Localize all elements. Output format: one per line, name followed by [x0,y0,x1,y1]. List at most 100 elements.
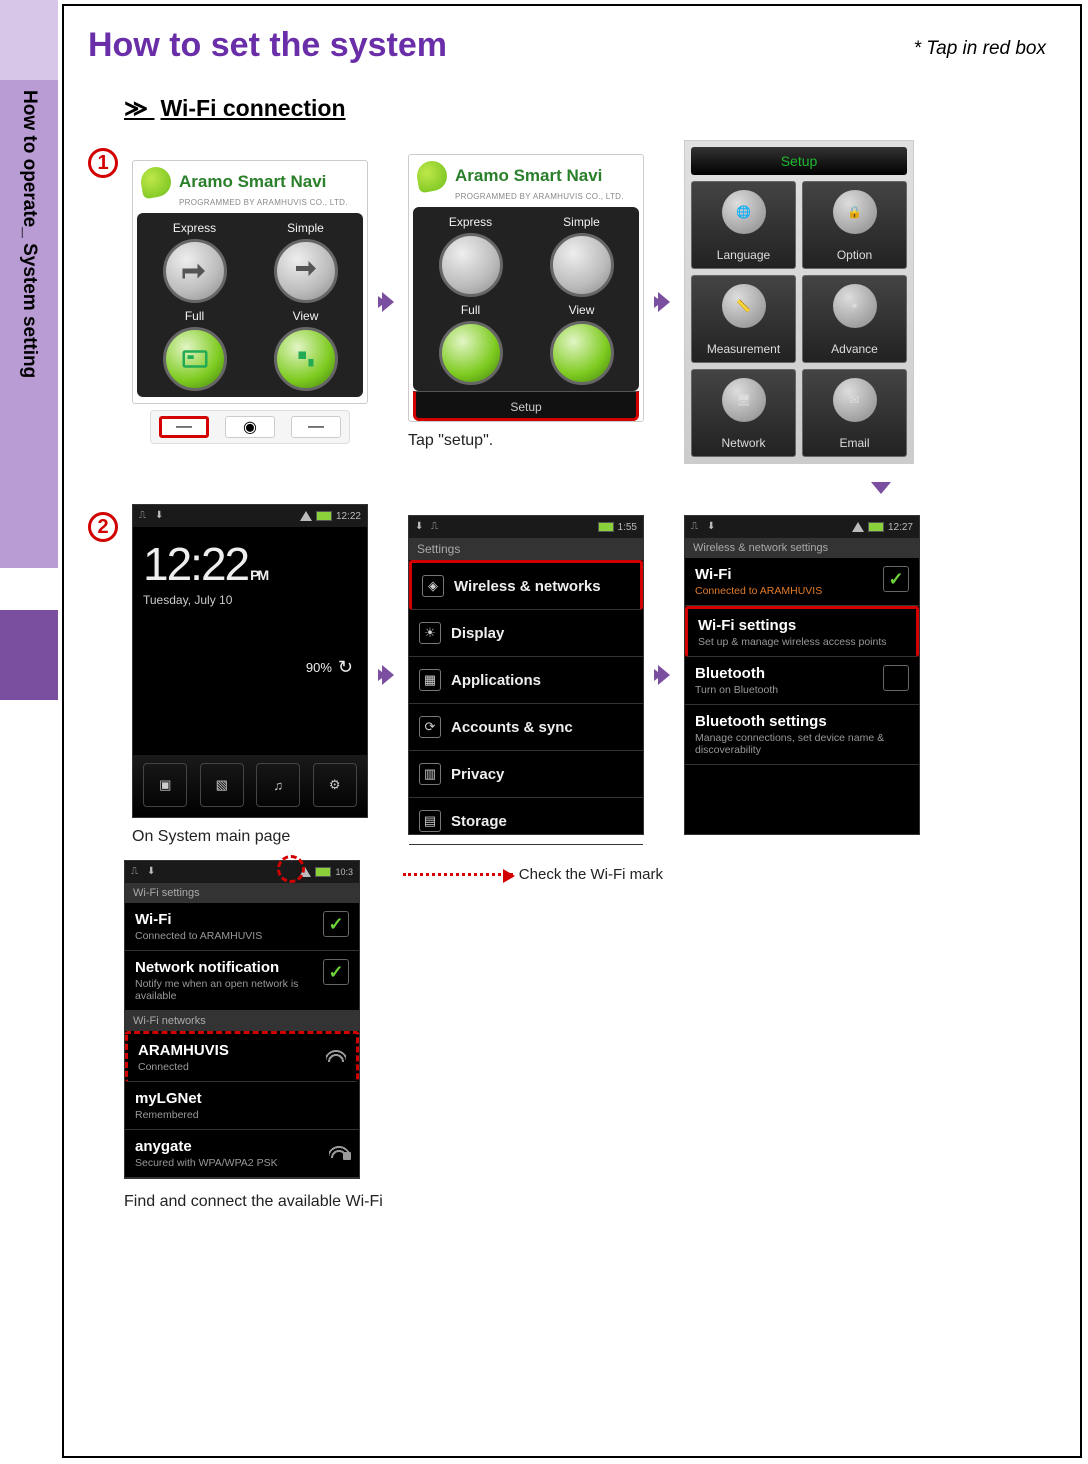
bluetooth-settings-row[interactable]: Bluetooth settings Manage connections, s… [685,705,919,765]
wifi-signal-lock-icon [329,1138,349,1158]
battery-indicator: 90%↻ [306,657,353,678]
settings-applications[interactable]: ▦Applications [409,657,643,704]
settings-privacy[interactable]: ▥Privacy [409,751,643,798]
dock-settings-icon[interactable]: ⚙ [313,763,357,807]
sidebar: How to operate_ System setting [0,0,58,700]
settings-screen: ⬇⎍ 1:55 Settings ◈Wireless & networks ☀D… [408,515,644,835]
setup-language[interactable]: 🌐Language [691,181,796,269]
statusbar-time: 10:3 [335,867,353,877]
clock-widget: 12:22PM [143,537,357,591]
wifi-icon [300,511,312,521]
wifi-network-anygate[interactable]: anygate Secured with WPA/WPA2 PSK [125,1130,359,1178]
wifi-network-mylgnet[interactable]: myLGNet Remembered [125,1082,359,1130]
bluetooth-toggle-row[interactable]: ✓ Bluetooth Turn on Bluetooth [685,657,919,705]
battery-icon [868,522,884,532]
wifi-toggle-row[interactable]: ✓ Wi-Fi Connected to ARAMHUVIS [125,903,359,951]
wifi-settings-screen: ⎍⬇ 10:3 Wi-Fi settings ✓ Wi-Fi Connected… [124,860,360,1179]
aramo-home-panel-2: Aramo Smart Navi PROGRAMMED BY ARAMHUVIS… [408,154,644,422]
sidebar-label-block: How to operate_ System setting [0,80,58,568]
statusbar-time: 1:55 [618,522,637,533]
simple-button[interactable] [274,239,338,303]
statusbar-time: 12:27 [888,522,913,533]
aramo-title: Aramo Smart Navi [179,172,326,192]
settings-accounts[interactable]: ⟳Accounts & sync [409,704,643,751]
arrow-down-icon [871,482,891,494]
page-frame: How to set the system * Tap in red box ≫… [62,4,1082,1458]
clock-date: Tuesday, July 10 [143,593,357,607]
arrow-right-icon [382,292,394,312]
wifi-settings-header: Wi-Fi settings [125,883,359,903]
notification-checkbox[interactable]: ✓ [323,959,349,985]
sidebar-accent [0,610,58,700]
statusbar-time: 12:22 [336,511,361,522]
aramo-view-label: View [254,309,357,323]
nav-recent-button[interactable]: — [291,416,341,438]
setup-bar[interactable]: Setup [413,391,639,421]
arrow-right-icon [658,665,670,685]
settings-storage[interactable]: ▤Storage [409,798,643,845]
hint-text: * Tap in red box [914,38,1046,60]
settings-header: Settings [409,538,643,560]
setup-panel-title: Setup [691,147,907,175]
dock-music-icon[interactable]: ♫ [256,763,300,807]
setup-network[interactable]: 🖥Network [691,369,796,457]
nav-home-button[interactable]: ◉ [225,416,275,438]
page-title: How to set the system [88,26,1056,65]
nav-back-button[interactable]: — [159,416,209,438]
setup-email[interactable]: ✉Email [802,369,907,457]
aramo-subtitle: PROGRAMMED BY ARAMHUVIS CO., LTD. [455,192,643,201]
wifi-mark-highlight [277,855,305,883]
simple-button[interactable] [550,233,614,297]
wifi-network-aramhuvis[interactable]: ARAMHUVIS Connected [125,1031,359,1082]
step-badge-1: 1 [88,148,118,178]
step-badge-2: 2 [88,512,118,542]
settings-display[interactable]: ☀Display [409,610,643,657]
dashed-arrow-icon [403,873,513,876]
display-icon: ☀ [419,622,441,644]
view-button[interactable] [274,327,338,391]
aramo-title: Aramo Smart Navi [455,166,602,186]
bluetooth-checkbox[interactable]: ✓ [883,665,909,691]
wifi-checkbox[interactable]: ✓ [883,566,909,592]
caption-connect-wifi: Find and connect the available Wi-Fi [124,1193,383,1211]
wifi-signal-icon [326,1042,346,1062]
wifi-icon [852,522,864,532]
sync-icon: ⟳ [419,716,441,738]
wireless-header: Wireless & network settings [685,538,919,558]
network-notification-row[interactable]: ✓ Network notification Notify me when an… [125,951,359,1011]
privacy-icon: ▥ [419,763,441,785]
setup-advance[interactable]: ✴Advance [802,275,907,363]
apps-icon: ▦ [419,669,441,691]
wifi-checkbox[interactable]: ✓ [323,911,349,937]
android-home-screen: ⎍⬇ 12:22 12:22PM Tuesday, July 10 90%↻ ▣… [132,504,368,818]
view-button[interactable] [550,321,614,385]
wifi-settings-row[interactable]: Wi-Fi settings Set up & manage wireless … [685,606,919,657]
wifi-icon: ◈ [422,575,444,597]
wifi-toggle-row[interactable]: ✓ Wi-Fi Connected to ARAMHUVIS [685,558,919,606]
setup-measurement[interactable]: 📏Measurement [691,275,796,363]
leaf-icon [415,159,450,194]
express-button[interactable] [439,233,503,297]
wifi-networks-section: Wi-Fi networks [125,1011,359,1031]
dock-app-icon[interactable]: ▣ [143,763,187,807]
setup-option[interactable]: 🔒Option [802,181,907,269]
row-wifi-settings: ⎍⬇ 10:3 Wi-Fi settings ✓ Wi-Fi Connected… [124,860,1056,1211]
row-step-2: 2 ⎍⬇ 12:22 12:22PM Tuesday, July 10 90%↻… [88,504,1056,846]
settings-wireless[interactable]: ◈Wireless & networks [409,560,643,610]
express-button[interactable] [163,239,227,303]
aramo-simple-label: Simple [254,221,357,235]
aramo-subtitle: PROGRAMMED BY ARAMHUVIS CO., LTD. [179,198,367,207]
battery-icon [316,511,332,521]
caption-wifi-mark: Check the Wi-Fi mark [519,866,663,883]
caption-system-main: On System main page [132,828,290,846]
full-button[interactable] [163,327,227,391]
subsection-chevron: ≫ [124,95,154,121]
dock-gallery-icon[interactable]: ▧ [200,763,244,807]
caption-tap-setup: Tap "setup". [408,432,493,450]
arrow-right-icon [382,665,394,685]
row-step-1: 1 Aramo Smart Navi PROGRAMMED BY ARAMHUV… [88,140,1056,464]
sidebar-label: How to operate_ System setting [18,90,40,378]
storage-icon: ▤ [419,810,441,832]
battery-icon [598,522,614,532]
full-button[interactable] [439,321,503,385]
